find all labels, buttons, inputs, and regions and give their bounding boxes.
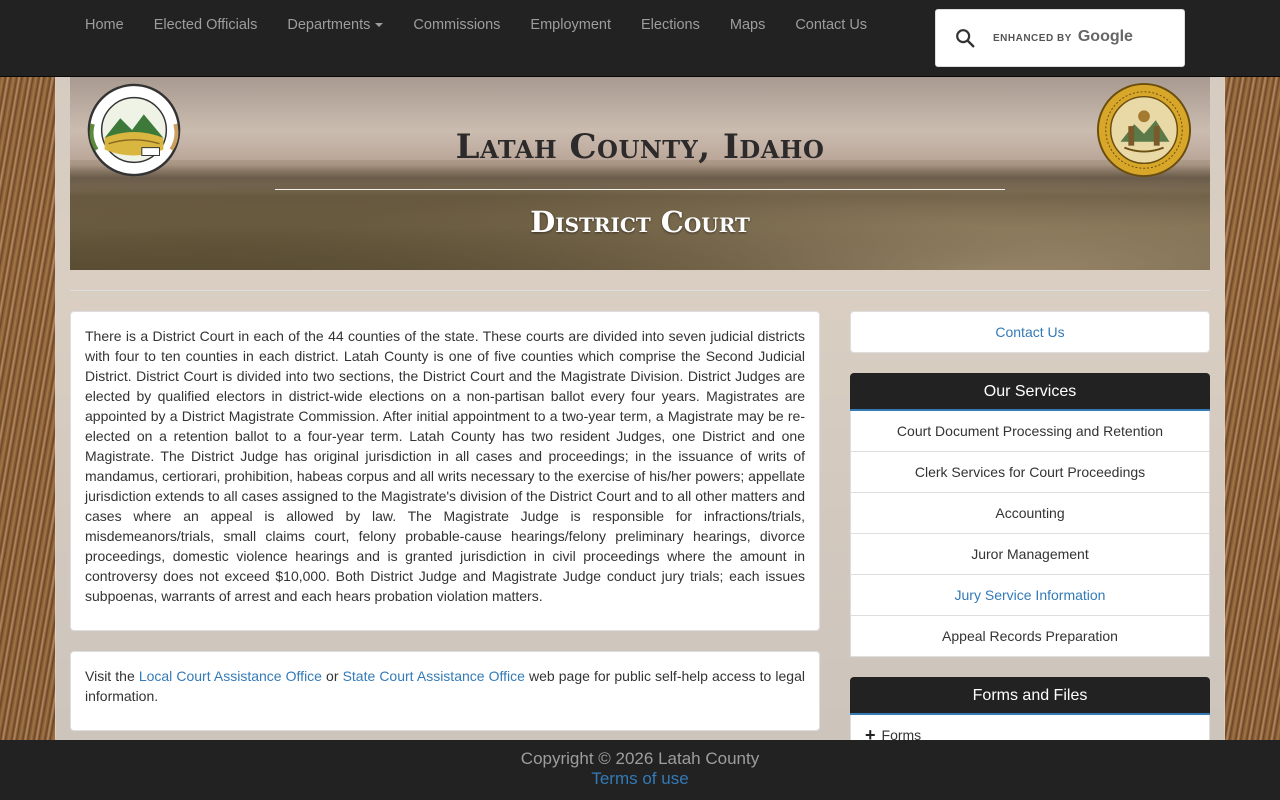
nav-contact-us[interactable]: Contact Us [780,0,882,50]
service-item-accounting[interactable]: Accounting [850,493,1210,534]
service-item-court-document-processing[interactable]: Court Document Processing and Retention [850,411,1210,452]
services-heading: Our Services [850,373,1210,411]
terms-of-use-link[interactable]: Terms of use [591,769,688,789]
service-item-clerk-services[interactable]: Clerk Services for Court Proceedings [850,452,1210,493]
top-navbar: Home Elected Officials Departments Commi… [0,0,1280,77]
section-divider [70,290,1210,291]
search-icon[interactable] [954,27,976,49]
description-text: There is a District Court in each of the… [85,328,805,604]
nav-maps[interactable]: Maps [715,0,780,50]
nav-departments-label: Departments [287,17,371,33]
state-court-assistance-link[interactable]: State Court Assistance Office [343,668,525,684]
page-title: Latah County, Idaho [455,127,825,167]
nav-elected-officials[interactable]: Elected Officials [139,0,273,50]
nav-home[interactable]: Home [70,0,139,50]
page-banner: Latah County, Idaho District Court [70,77,1210,270]
site-search-box: ENHANCED BY Google [935,9,1185,67]
nav-commissions[interactable]: Commissions [398,0,515,50]
page-container: Latah County, Idaho District Court There… [55,77,1225,755]
banner-divider [275,189,1005,190]
visit-middle: or [321,668,343,684]
service-item-juror-management[interactable]: Juror Management [850,534,1210,575]
nav-departments-dropdown[interactable]: Departments [272,0,398,50]
local-court-assistance-link[interactable]: Local Court Assistance Office [139,668,322,684]
service-item-jury-service-information[interactable]: Jury Service Information [850,575,1210,616]
visit-text: Visit the Local Court Assistance Office … [71,652,819,720]
forms-heading: Forms and Files [850,677,1210,715]
visit-panel: Visit the Local Court Assistance Office … [70,651,820,731]
page-footer: Copyright © 2026 Latah County Terms of u… [0,740,1280,800]
nav-elections[interactable]: Elections [626,0,715,50]
background-field-right [1224,76,1280,740]
visit-prefix: Visit the [85,668,139,684]
nav-menu: Home Elected Officials Departments Commi… [70,0,882,50]
sidebar-contact-link[interactable]: Contact Us [995,324,1064,340]
sidebar-contact-box: Contact Us [850,311,1210,353]
description-panel: There is a District Court in each of the… [70,311,820,631]
caret-down-icon [375,23,384,28]
copyright-text: Copyright © 2026 Latah County [520,749,760,768]
search-input[interactable] [992,26,1172,52]
background-field-left [0,76,56,740]
services-list: Our Services Court Document Processing a… [850,373,1210,657]
nav-employment[interactable]: Employment [515,0,626,50]
service-item-appeal-records[interactable]: Appeal Records Preparation [850,616,1210,657]
page-subtitle: District Court [530,205,750,239]
